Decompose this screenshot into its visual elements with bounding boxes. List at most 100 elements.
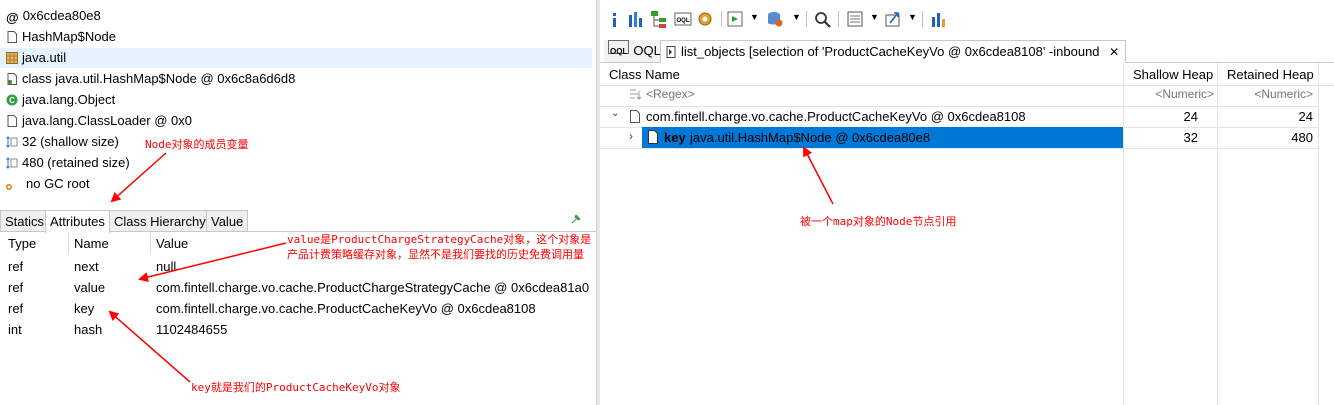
cell-value: com.fintell.charge.vo.cache.ProductCache… [156, 301, 536, 316]
dominator-tree-icon[interactable] [650, 9, 668, 29]
chevron-down-icon[interactable]: ▼ [870, 12, 879, 22]
inspector-tree: @0x6cdea80e8 HashMap$Node java.util clas… [0, 6, 596, 196]
right-panel: OQL ▼ ▼ ▼ ▼ OQL OQL list_objects [selecti… [600, 0, 1334, 405]
tree-item-address[interactable]: @0x6cdea80e8 [6, 6, 101, 26]
cell-name: hash [74, 322, 103, 337]
cell-type: ref [8, 280, 24, 295]
gear-icon[interactable] [696, 9, 714, 29]
oql-icon: OQL [608, 40, 630, 56]
search-icon[interactable] [814, 9, 832, 29]
column-header-name[interactable]: Name [74, 236, 109, 251]
class-file-icon [7, 73, 17, 85]
chevron-right-icon[interactable]: › [629, 129, 633, 143]
svg-text:OQL: OQL [677, 18, 690, 24]
retained-filter-input[interactable] [1222, 86, 1313, 102]
filter-row [600, 85, 1318, 107]
size-icon [6, 136, 18, 148]
cell-name: key [74, 301, 95, 316]
column-header-value[interactable]: Value [156, 236, 188, 251]
object-list-table: Class Name Shallow Heap Retained Heap ⌄ … [600, 63, 1334, 405]
annotation-node-members: Node对象的成员变量 [145, 138, 249, 151]
export-icon[interactable] [884, 9, 902, 29]
table-header: Class Name Shallow Heap Retained Heap [600, 63, 1334, 86]
tab-oql[interactable]: OQL OQL [604, 40, 665, 62]
column-header-type[interactable]: Type [8, 236, 36, 251]
shallow-filter-input[interactable] [1128, 86, 1214, 102]
cell-shallow-heap: 32 [1183, 130, 1198, 145]
tree-item-label: class java.util.HashMap$Node @ 0x6c8a6d6… [22, 71, 296, 86]
chevron-down-icon[interactable]: ⌄ [611, 108, 619, 119]
table-row[interactable]: ref key com.fintell.charge.vo.cache.Prod… [0, 298, 596, 319]
tree-item-label: 480 (retained size) [22, 155, 130, 170]
info-icon[interactable] [608, 9, 622, 29]
cell-class-name: java.util.HashMap$Node @ 0x6cdea80e8 [690, 130, 931, 145]
chevron-down-icon[interactable]: ▼ [792, 12, 801, 22]
tree-item-label: java.lang.ClassLoader @ 0x0 [22, 113, 193, 128]
tree-item-superclass[interactable]: Cjava.lang.Object [6, 90, 115, 110]
filter-icon [630, 89, 642, 100]
column-header-class-name[interactable]: Class Name [609, 67, 680, 82]
table-row[interactable]: ref value com.fintell.charge.vo.cache.Pr… [0, 277, 596, 298]
tree-item-retained-size[interactable]: 480 (retained size) [6, 153, 130, 173]
oql-icon[interactable]: OQL [674, 9, 692, 29]
cell-type: int [8, 322, 22, 337]
list-objects-icon [666, 46, 676, 58]
editor-tab-bar: OQL OQL list_objects [selection of 'Produ… [600, 40, 1334, 63]
cell-value: 1102484655 [156, 322, 228, 337]
histogram-icon[interactable] [628, 9, 644, 29]
package-icon [6, 52, 18, 64]
calculator-icon[interactable] [846, 9, 864, 29]
query-browser-icon[interactable] [766, 9, 784, 29]
at-icon: @ [6, 10, 19, 25]
tree-item-shallow-size[interactable]: 32 (shallow size) [6, 132, 119, 152]
run-report-icon[interactable] [727, 9, 745, 29]
tree-item-class-object[interactable]: class java.util.HashMap$Node @ 0x6c8a6d6… [6, 69, 295, 89]
regex-filter-input[interactable] [646, 86, 766, 102]
tree-item-label: HashMap$Node [22, 29, 116, 44]
size-icon [6, 157, 18, 169]
tree-item-label: java.lang.Object [22, 92, 116, 107]
cell-type: ref [8, 301, 24, 316]
chevron-down-icon[interactable]: ▼ [750, 12, 759, 22]
table-row[interactable]: ⌄ com.fintell.charge.vo.cache.ProductCac… [600, 106, 1318, 128]
cell-shallow-heap: 24 [1183, 109, 1198, 124]
class-file-icon [7, 31, 17, 43]
table-row[interactable]: int hash 1102484655 [0, 319, 596, 340]
tab-attributes[interactable]: Attributes [45, 210, 110, 233]
pin-icon[interactable] [571, 214, 581, 224]
column-header-shallow-heap[interactable]: Shallow Heap [1133, 67, 1213, 82]
column-header-retained-heap[interactable]: Retained Heap [1227, 67, 1314, 82]
cell-field-name: key [664, 130, 686, 145]
class-file-icon [648, 130, 658, 144]
close-icon[interactable]: ✕ [1109, 45, 1119, 59]
tab-class-hierarchy[interactable]: Class Hierarchy [109, 210, 211, 232]
gc-root-icon [6, 184, 12, 190]
tree-item-classloader[interactable]: java.lang.ClassLoader @ 0x0 [6, 111, 192, 131]
chevron-down-icon[interactable]: ▼ [908, 12, 917, 22]
cell-value: null [156, 259, 177, 274]
cell-class-name: com.fintell.charge.vo.cache.ProductCache… [646, 109, 1026, 124]
cell-value: com.fintell.charge.vo.cache.ProductCharg… [156, 280, 590, 295]
tree-item-classname[interactable]: HashMap$Node [6, 27, 116, 47]
tree-item-label: java.util [22, 50, 67, 65]
cell-retained-heap: 480 [1291, 130, 1313, 145]
class-file-icon [7, 115, 17, 127]
superclass-icon: C [6, 94, 18, 106]
annotation-key: key就是我们的ProductCacheKeyVo对象 [191, 381, 401, 394]
analysis-icon[interactable] [930, 9, 948, 29]
tree-item-label: 32 (shallow size) [22, 134, 119, 149]
toolbar: OQL ▼ ▼ ▼ ▼ [600, 0, 1334, 36]
tree-item-label: no GC root [26, 176, 90, 191]
table-row-selected[interactable]: › key java.util.HashMap$Node @ 0x6cdea80… [600, 127, 1318, 148]
tab-value[interactable]: Value [206, 210, 249, 232]
tab-statics[interactable]: Statics [0, 210, 50, 232]
cell-name: value [74, 280, 106, 295]
tab-list-objects[interactable]: list_objects [selection of 'ProductCache… [660, 40, 1127, 63]
tree-item-gc-root[interactable]: no GC root [6, 174, 90, 194]
annotation-value-line2: 产品计费策略缓存对象，显然不是我们要找的历史免费调用量 [287, 248, 584, 261]
annotation-value-line1: value是ProductChargeStrategyCache对象，这个对象是 [287, 233, 592, 246]
annotation-map-reference: 被一个map对象的Node节点引用 [800, 215, 957, 228]
tree-item-label: 0x6cdea80e8 [22, 8, 101, 23]
left-panel: @0x6cdea80e8 HashMap$Node java.util clas… [0, 0, 596, 405]
tree-item-package[interactable]: java.util [0, 48, 592, 68]
